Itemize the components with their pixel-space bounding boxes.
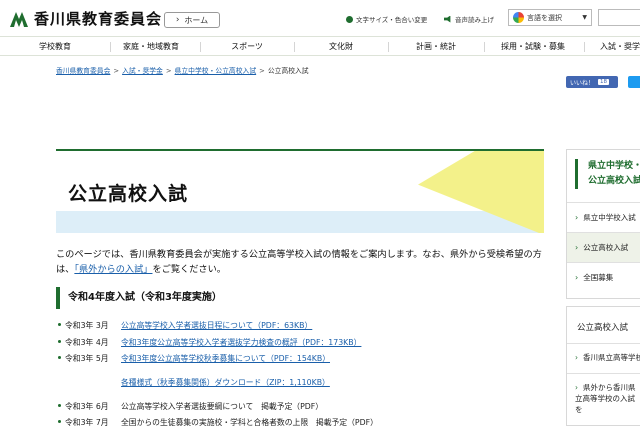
translate-select[interactable]: 言語を選択 ▼ xyxy=(508,9,592,26)
breadcrumb-separator: > xyxy=(165,67,172,75)
sidebar-related-item[interactable]: › 県外から香川県立高等学校の入試を xyxy=(567,373,640,426)
home-label: ホーム xyxy=(184,15,209,25)
list-text: 全国からの生徒募集の実施校・学科と合格者数の上限 掲載予定（PDF） xyxy=(121,418,378,426)
nav-item-culture[interactable]: 文化財 xyxy=(329,37,353,57)
sidebar-item-jhs-exam[interactable]: › 県立中学校入試 xyxy=(567,202,640,232)
facebook-like-button[interactable]: いいね！ 18 xyxy=(566,76,618,88)
bullet-icon xyxy=(58,340,61,343)
list-date: 令和3年 7月 xyxy=(65,418,109,426)
google-icon xyxy=(513,12,524,23)
nav-item-plans[interactable]: 計画・統計 xyxy=(416,37,456,57)
list-item: 令和3年 5月 令和3年度公立高等学校秋季募集について（PDF：154KB） xyxy=(56,353,330,364)
bullet-icon xyxy=(58,420,61,423)
home-button[interactable]: › ホーム xyxy=(164,12,220,28)
like-count: 18 xyxy=(598,79,610,85)
breadcrumb-current: 公立高校入試 xyxy=(267,67,309,75)
list-item: 令和3年 7月 全国からの生徒募集の実施校・学科と合格者数の上限 掲載予定（PD… xyxy=(56,417,378,426)
breadcrumb-link[interactable]: 県立中学校・公立高校入試 xyxy=(175,67,257,75)
nav-item-family[interactable]: 家庭・地域教育 xyxy=(123,37,179,57)
nav-divider xyxy=(484,42,485,52)
list-item: 令和3年 4月 令和3年度公立高等学校入学者選抜学力検査の概評（PDF：173K… xyxy=(56,337,361,348)
read-aloud-button[interactable]: 音声読み上げ xyxy=(444,14,494,24)
site-logo[interactable]: 香川県教育委員会 xyxy=(8,8,162,29)
section-heading: 令和4年度入試（令和3年度実施） xyxy=(56,287,544,309)
nav-item-recruit[interactable]: 採用・試験・募集 xyxy=(501,37,565,57)
read-aloud-label: 音声読み上げ xyxy=(455,16,494,24)
sidebar-related: 公立高校入試 › 香川県立高等学校 › 県外から香川県立高等学校の入試を xyxy=(566,306,640,426)
site-name: 香川県教育委員会 xyxy=(34,10,163,28)
font-color-label: 文字サイズ・色合い変更 xyxy=(356,16,428,24)
list-text: 公立高等学校入学者選抜要綱について 掲載予定（PDF） xyxy=(121,402,324,411)
list-link[interactable]: 令和3年度公立高等学校入学者選抜学力検査の概評（PDF：173KB） xyxy=(121,337,361,348)
list-link[interactable]: 令和3年度公立高等学校秋季募集について（PDF：154KB） xyxy=(121,353,330,364)
nav-item-sports[interactable]: スポーツ xyxy=(231,37,263,57)
gear-icon xyxy=(346,15,353,23)
translate-label: 言語を選択 xyxy=(527,13,562,22)
intro-after: をご覧ください。 xyxy=(152,264,226,275)
breadcrumb-separator: > xyxy=(113,67,120,75)
sidebar-item-national[interactable]: › 全国募集 xyxy=(567,262,640,292)
sidebar-item-label: 香川県立高等学校 xyxy=(583,353,640,362)
nav-divider xyxy=(388,42,389,52)
sidebar-menu: 県立中学校・公立高校入試 › 県立中学校入試 › 公立高校入試 › 全国募集 xyxy=(566,149,640,299)
sidebar-item-label: 県外から香川県立高等学校の入試を xyxy=(575,383,636,414)
list-link[interactable]: 公立高等学校入学者選抜日程について（PDF：63KB） xyxy=(121,320,312,331)
sidebar-item-label: 公立高校入試 xyxy=(583,243,629,252)
title-band xyxy=(56,211,544,233)
sidebar-item-hs-exam[interactable]: › 公立高校入試 xyxy=(567,232,640,262)
emblem-icon xyxy=(10,11,28,27)
sidebar-heading: 公立高校入試 xyxy=(577,323,629,333)
bullet-icon xyxy=(58,323,61,326)
nav-item-exams[interactable]: 入試・奨学 xyxy=(600,37,640,57)
out-of-prefecture-link[interactable]: 「県外からの入試」 xyxy=(74,264,152,275)
chevron-right-icon: › xyxy=(175,15,180,25)
speaker-icon xyxy=(444,15,451,23)
list-item: 各種様式（秋季募集関係）ダウンロード（ZIP：1,110KB） xyxy=(65,377,330,388)
breadcrumb-link[interactable]: 香川県教育委員会 xyxy=(56,67,110,75)
list-item: 令和3年 3月 公立高等学校入学者選抜日程について（PDF：63KB） xyxy=(56,320,312,331)
list-date: 令和3年 5月 xyxy=(65,354,109,363)
list-date: 令和3年 4月 xyxy=(65,338,109,347)
search-input[interactable] xyxy=(598,9,640,26)
page-title: 公立高校入試 xyxy=(68,183,189,205)
list-item: 令和3年 6月 公立高等学校入学者選抜要綱について 掲載予定（PDF） xyxy=(56,401,323,412)
intro-text: このページでは、香川県教育委員会が実施する公立高等学校入試の情報をご案内します。… xyxy=(56,247,546,277)
sidebar-heading[interactable]: 県立中学校・公立高校入試 xyxy=(575,159,640,189)
list-date xyxy=(65,377,121,388)
caret-down-icon: ▼ xyxy=(582,14,587,21)
list-date: 令和3年 3月 xyxy=(65,321,109,330)
global-nav: 学校教育 家庭・地域教育 スポーツ 文化財 計画・統計 採用・試験・募集 入試・… xyxy=(0,36,640,56)
chevron-right-icon: › xyxy=(575,213,579,222)
bullet-icon xyxy=(58,356,61,359)
nav-item-school[interactable]: 学校教育 xyxy=(39,37,71,57)
bullet-icon xyxy=(58,404,61,407)
breadcrumb-separator: > xyxy=(259,67,265,75)
chevron-right-icon: › xyxy=(575,383,578,392)
chevron-right-icon: › xyxy=(575,243,579,252)
sidebar-item-label: 県立中学校入試 xyxy=(583,213,636,222)
nav-divider xyxy=(110,42,111,52)
breadcrumb-link[interactable]: 入試・奨学金 xyxy=(122,67,163,75)
sidebar-related-item[interactable]: › 香川県立高等学校 xyxy=(567,343,640,373)
chevron-right-icon: › xyxy=(575,353,578,362)
like-label: いいね！ xyxy=(570,79,595,87)
nav-divider xyxy=(584,42,585,52)
nav-divider xyxy=(200,42,201,52)
list-link[interactable]: 各種様式（秋季募集関係）ダウンロード（ZIP：1,110KB） xyxy=(121,377,330,388)
page-title-block: 公立高校入試 xyxy=(56,149,544,233)
twitter-share-button[interactable] xyxy=(628,76,640,88)
list-date: 令和3年 6月 xyxy=(65,402,109,411)
chevron-right-icon: › xyxy=(575,273,579,282)
nav-divider xyxy=(294,42,295,52)
site-header: 香川県教育委員会 › ホーム 文字サイズ・色合い変更 音声読み上げ 言語を選択 … xyxy=(0,0,640,36)
font-color-button[interactable]: 文字サイズ・色合い変更 xyxy=(346,14,427,24)
sidebar-item-label: 全国募集 xyxy=(583,273,614,282)
breadcrumb: 香川県教育委員会 > 入試・奨学金 > 県立中学校・公立高校入試 > 公立高校入試 xyxy=(56,65,309,75)
